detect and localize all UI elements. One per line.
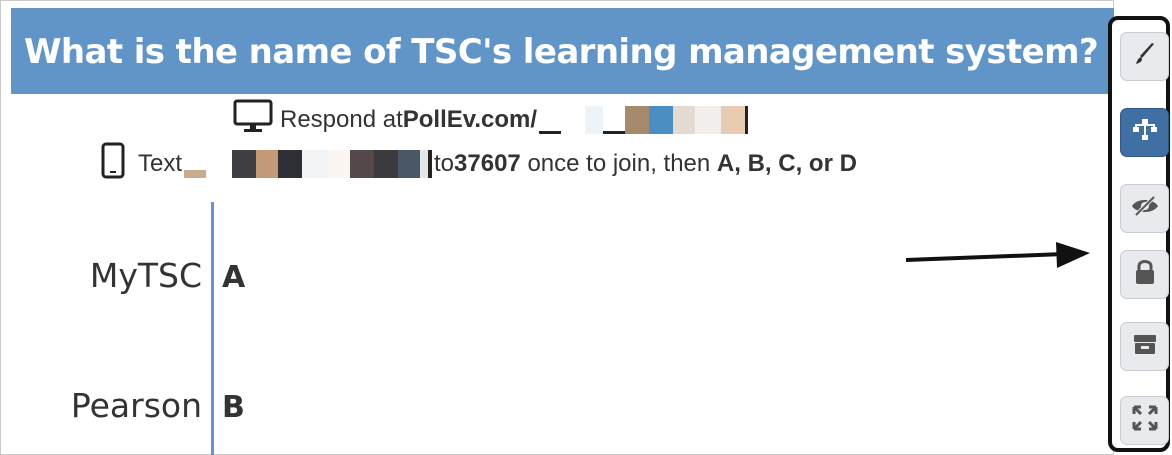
fullscreen-icon (1131, 404, 1159, 437)
archive-icon (1131, 332, 1159, 361)
text-instruction: Text to 37607 once to join, then A, B, C… (100, 142, 857, 186)
fullscreen-button[interactable] (1120, 396, 1169, 445)
phone-icon (100, 142, 126, 187)
redacted-code (184, 150, 433, 178)
network-button[interactable] (1120, 108, 1169, 157)
text-prefix: Text (138, 150, 183, 177)
pencil-button[interactable] (1120, 32, 1169, 81)
lock-icon (1133, 258, 1157, 291)
pencil-icon (1132, 41, 1158, 72)
hide-responses-button[interactable] (1120, 184, 1169, 233)
text-number-prefix: to (434, 150, 455, 177)
redacted-username (539, 106, 749, 134)
respond-prefix: Respond at (280, 106, 403, 133)
monitor-icon (232, 99, 274, 142)
title-bar: What is the name of TSC's learning manag… (11, 8, 1114, 94)
choice-letter: A (222, 260, 246, 295)
respond-site[interactable]: PollEv.com/ (403, 106, 537, 134)
network-icon (1131, 117, 1159, 148)
pointer-arrow (905, 242, 1090, 268)
text-number: 37607 (454, 150, 521, 177)
choice-letter: B (222, 390, 245, 425)
question-title: What is the name of TSC's learning manag… (24, 32, 1099, 72)
respond-instruction: Respond at PollEv.com/ (232, 99, 750, 142)
text-choices: A, B, C, or D (716, 150, 857, 177)
chart-axis (211, 202, 214, 455)
text-join: once to join, then (520, 150, 717, 177)
choice-label: Pearson (70, 386, 202, 425)
eye-slash-icon (1130, 195, 1160, 222)
lock-button[interactable] (1120, 250, 1169, 299)
presenter-toolbar (1108, 16, 1170, 452)
archive-button[interactable] (1120, 322, 1169, 371)
choice-label: MyTSC (89, 256, 202, 295)
